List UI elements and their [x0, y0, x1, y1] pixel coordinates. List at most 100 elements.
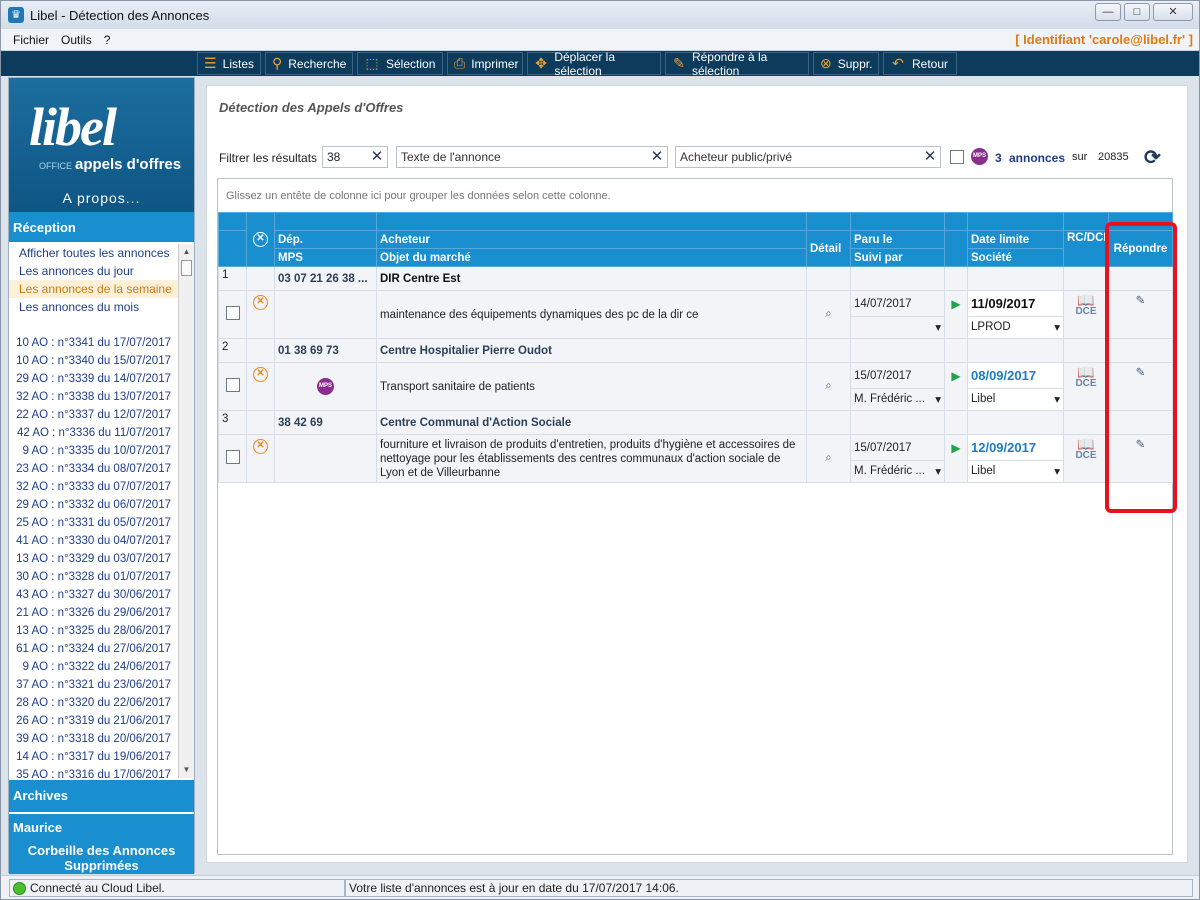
nav-annonces-semaine[interactable]: Les annonces de la semaine [9, 280, 179, 298]
ao-list-item[interactable]: 10 AO : n°3340 du 15/07/2017 [9, 352, 179, 370]
ao-list-item[interactable]: 29 AO : n°3332 du 06/07/2017 [9, 496, 179, 514]
clear-dep-icon[interactable]: ✕ [369, 149, 385, 165]
table-row-detail[interactable]: ✕ fourniture et livraison de produits d'e… [218, 434, 1173, 483]
ao-list-item[interactable]: 9 AO : n°3335 du 10/07/2017 [9, 442, 179, 460]
ao-list-item[interactable]: 13 AO : n°3329 du 03/07/2017 [9, 550, 179, 568]
minimize-button[interactable]: — [1095, 3, 1121, 21]
suivi-par-select[interactable]: ▾ [851, 315, 944, 338]
table-row-detail[interactable]: ✕ maintenance des équipements dynamiques … [218, 290, 1173, 339]
table-row[interactable]: 3 38 42 69 Centre Communal d'Action Social… [218, 410, 1173, 435]
section-reception[interactable]: Réception [9, 212, 194, 242]
maximize-button[interactable]: □ [1124, 3, 1150, 21]
ao-list-item[interactable]: 25 AO : n°3331 du 05/07/2017 [9, 514, 179, 532]
filter-dep-input[interactable]: 38 ✕ [322, 146, 388, 168]
imprimer-button[interactable]: ⎙ Imprimer [447, 52, 523, 75]
ao-list-item[interactable]: 30 AO : n°3328 du 01/07/2017 [9, 568, 179, 586]
chevron-down-icon: ▾ [1054, 466, 1060, 478]
nav-all-annonces[interactable]: Afficher toutes les annonces [9, 244, 179, 262]
close-button[interactable]: ✕ [1153, 3, 1193, 21]
detail-magnifier-icon[interactable]: ⌕ [806, 362, 851, 411]
ao-list-item[interactable]: 42 AO : n°3336 du 11/07/2017 [9, 424, 179, 442]
refresh-icon[interactable]: ⟳ [1144, 145, 1161, 170]
row-acheteur[interactable]: DIR Centre Est [376, 266, 807, 291]
col-date-limite[interactable]: Date limite [967, 230, 1064, 249]
retour-button[interactable]: ↶ Retour [883, 52, 957, 75]
section-maurice[interactable]: Maurice [13, 820, 190, 835]
ao-list-item[interactable]: 23 AO : n°3334 du 08/07/2017 [9, 460, 179, 478]
clear-buyer-icon[interactable]: ✕ [922, 149, 938, 165]
societe-select[interactable]: Libel ▾ [968, 387, 1063, 410]
row-acheteur[interactable]: Centre Hospitalier Pierre Oudot [376, 338, 807, 363]
detail-magnifier-icon[interactable]: ⌕ [806, 290, 851, 339]
sidebar-scrollbar[interactable]: ▲ ▼ [178, 244, 194, 778]
dce-book-icon[interactable]: 📖 [1067, 437, 1105, 451]
dce-book-icon[interactable]: 📖 [1067, 293, 1105, 307]
row-checkbox[interactable] [225, 450, 240, 464]
ao-list-item[interactable]: 9 AO : n°3322 du 24/06/2017 [9, 658, 179, 676]
ao-list-item[interactable]: 13 AO : n°3325 du 28/06/2017 [9, 622, 179, 640]
ao-list-item[interactable]: 22 AO : n°3337 du 12/07/2017 [9, 406, 179, 424]
ao-list-item[interactable]: 41 AO : n°3330 du 04/07/2017 [9, 532, 179, 550]
recherche-button[interactable]: ⚲ Recherche [265, 52, 353, 75]
filter-buyer-input[interactable]: Acheteur public/privé ✕ [675, 146, 941, 168]
detail-magnifier-icon[interactable]: ⌕ [806, 434, 851, 483]
ao-list-item[interactable]: 37 AO : n°3321 du 23/06/2017 [9, 676, 179, 694]
ao-list-item[interactable]: 21 AO : n°3326 du 29/06/2017 [9, 604, 179, 622]
col-acheteur[interactable]: Acheteur [376, 230, 807, 249]
menu-fichier[interactable]: Fichier [13, 33, 49, 47]
col-suivi[interactable]: Suivi par [850, 248, 945, 267]
deplacer-selection-button[interactable]: ✥ Déplacer la sélection [527, 50, 661, 78]
repondre-selection-button[interactable]: ✎ Répondre à la sélection [665, 50, 809, 78]
societe-select[interactable]: LPROD ▾ [968, 315, 1063, 338]
row-checkbox[interactable] [225, 306, 240, 320]
dce-book-icon[interactable]: 📖 [1067, 365, 1105, 379]
scroll-down-icon[interactable]: ▼ [179, 762, 194, 778]
apropos-link[interactable]: A propos... [9, 190, 194, 206]
status-bar: Connecté au Cloud Libel. Votre liste d'a… [1, 875, 1199, 899]
clear-text-icon[interactable]: ✕ [649, 149, 665, 165]
suivi-par-select[interactable]: M. Frédéric ... ▾ [851, 387, 944, 410]
ao-list-item[interactable]: 29 AO : n°3339 du 14/07/2017 [9, 370, 179, 388]
row-delete-icon[interactable]: ✕ [253, 439, 268, 454]
ao-list-item[interactable]: 43 AO : n°3327 du 30/06/2017 [9, 586, 179, 604]
ao-list-item[interactable]: 14 AO : n°3317 du 19/06/2017 [9, 748, 179, 766]
ao-list-item[interactable]: 61 AO : n°3324 du 27/06/2017 [9, 640, 179, 658]
col-mps[interactable]: MPS [274, 248, 377, 267]
col-detail[interactable]: Détail [806, 230, 851, 267]
row-delete-icon[interactable]: ✕ [253, 295, 268, 310]
row-delete-icon[interactable]: ✕ [253, 367, 268, 382]
selection-button[interactable]: ⬚ Sélection [357, 52, 443, 75]
scroll-thumb[interactable] [181, 260, 192, 276]
col-objet[interactable]: Objet du marché [376, 248, 807, 267]
listes-button[interactable]: ☰ Listes [197, 52, 261, 75]
suppr-button[interactable]: ⊗ Suppr. [813, 52, 879, 75]
filter-text-input[interactable]: Texte de l'annonce ✕ [396, 146, 668, 168]
row-acheteur[interactable]: Centre Communal d'Action Sociale [376, 410, 807, 435]
col-dep[interactable]: Dép. [274, 230, 377, 249]
ao-list-item[interactable]: 10 AO : n°3341 du 17/07/2017 [9, 334, 179, 352]
table-row[interactable]: 2 01 38 69 73 Centre Hospitalier Pierre Ou… [218, 338, 1173, 363]
section-corbeille[interactable]: Corbeille des Annonces Supprimées [13, 843, 190, 873]
societe-select[interactable]: Libel ▾ [968, 459, 1063, 482]
suivi-par-select[interactable]: M. Frédéric ... ▾ [851, 459, 944, 482]
ao-list-item[interactable]: 28 AO : n°3320 du 22/06/2017 [9, 694, 179, 712]
ao-list-item[interactable]: 39 AO : n°3318 du 20/06/2017 [9, 730, 179, 748]
row-checkbox[interactable] [225, 378, 240, 392]
ao-list-item[interactable]: 26 AO : n°3319 du 21/06/2017 [9, 712, 179, 730]
col-societe[interactable]: Société [967, 248, 1064, 267]
ao-list-item[interactable]: 32 AO : n°3338 du 13/07/2017 [9, 388, 179, 406]
section-archives[interactable]: Archives [9, 780, 194, 812]
table-row[interactable]: 1 03 07 21 26 38 ... DIR Centre Est [218, 266, 1173, 291]
scroll-up-icon[interactable]: ▲ [179, 244, 194, 260]
col-rcdce[interactable]: RC/DCE [1063, 230, 1109, 267]
menu-help[interactable]: ? [104, 33, 111, 47]
nav-annonces-mois[interactable]: Les annonces du mois [9, 298, 179, 316]
ao-list-item[interactable]: 32 AO : n°3333 du 07/07/2017 [9, 478, 179, 496]
header-cancel-icon[interactable]: ✕ [253, 232, 268, 247]
mps-checkbox[interactable] [950, 150, 964, 164]
table-row-detail[interactable]: ✕ MPS Transport sanitaire de patients ⌕ 15/0… [218, 362, 1173, 411]
menu-outils[interactable]: Outils [61, 33, 92, 47]
play-icon: ▶ [951, 369, 961, 383]
nav-annonces-jour[interactable]: Les annonces du jour [9, 262, 179, 280]
col-paru[interactable]: Paru le [850, 230, 945, 249]
